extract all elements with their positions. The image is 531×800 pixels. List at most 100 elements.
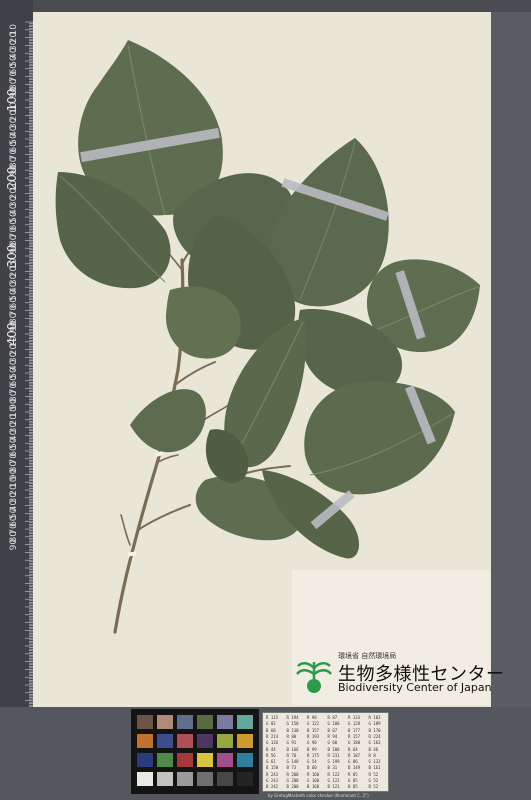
reference-cell: G 90 — [307, 740, 317, 746]
color-swatch — [157, 772, 173, 786]
reference-cell: B 150 — [266, 765, 279, 771]
reference-cell: B 177 — [348, 727, 361, 733]
color-swatch — [217, 753, 233, 767]
color-checker-note: by GretagMacbeth color checker (Illumina… — [268, 793, 369, 798]
reference-cell: R 133 — [348, 715, 361, 720]
color-swatch — [137, 772, 153, 786]
color-swatch — [217, 734, 233, 748]
reference-cell: B 64 — [348, 746, 358, 752]
reference-cell: R 224 — [368, 733, 381, 739]
reference-cell: G 122 — [327, 778, 340, 783]
reference-cell: B 170 — [368, 727, 381, 733]
reference-cell: G 60 — [327, 740, 338, 746]
reference-cell: G 160 — [307, 778, 320, 783]
color-swatch — [177, 715, 193, 729]
reference-cell: R 200 — [286, 771, 299, 777]
reference-cell: G 243 — [266, 778, 279, 783]
color-swatch — [237, 715, 253, 729]
reference-cell: G 122 — [307, 721, 320, 727]
reference-cell: B 121 — [327, 784, 340, 790]
reference-cell: B 68 — [266, 727, 276, 733]
reference-cell: R 231 — [327, 752, 340, 758]
reference-cell: G 133 — [368, 759, 381, 765]
reference-cell: G 86 — [348, 759, 358, 765]
reference-cell: R 243 — [266, 771, 279, 777]
color-reference-table: R 115 R 194 R 98 R 87 R 133 R 103 G 82 G 150 G 1… — [262, 712, 389, 792]
reference-cell: G 199 — [327, 759, 340, 765]
reference-cell: B 52 — [368, 784, 379, 790]
color-swatch — [157, 734, 173, 748]
reference-cell: G 150 — [286, 721, 299, 727]
reference-cell: B 67 — [327, 727, 338, 733]
reference-cell: B 73 — [286, 765, 297, 771]
color-swatch — [197, 734, 213, 748]
reference-cell: R 194 — [286, 715, 299, 720]
color-swatch — [137, 753, 153, 767]
reference-cell: G 82 — [266, 721, 276, 727]
reference-cell: R 56 — [266, 752, 276, 758]
reference-cell: B 157 — [307, 727, 320, 733]
color-swatch — [217, 715, 233, 729]
reference-cell: G 188 — [348, 740, 361, 746]
reference-cell: G 128 — [348, 721, 361, 727]
color-swatch — [137, 734, 153, 748]
color-swatch — [177, 753, 193, 767]
color-swatch — [177, 734, 193, 748]
reference-cell: R 103 — [368, 715, 381, 720]
reference-cell: G 54 — [307, 759, 317, 765]
reference-cell: G 52 — [368, 778, 379, 783]
reference-cell: R 8 — [368, 752, 376, 758]
color-swatch — [237, 772, 253, 786]
reference-cell: R 85 — [348, 771, 358, 777]
reference-cell: R 70 — [286, 752, 297, 758]
color-swatch — [237, 734, 253, 748]
reference-cell: B 161 — [368, 765, 381, 771]
reference-cell: R 80 — [286, 733, 297, 739]
reference-cell: G 163 — [368, 740, 381, 746]
reference-cell: B 46 — [368, 746, 379, 752]
reference-cell: B 200 — [286, 784, 299, 790]
reference-cell: B 149 — [348, 765, 361, 771]
reference-cell: R 115 — [266, 715, 279, 720]
reference-cell: G 108 — [327, 721, 340, 727]
ruler-minor-label: 90 — [9, 539, 19, 551]
reference-cell: G 200 — [286, 778, 299, 783]
reference-cell: R 193 — [307, 733, 320, 739]
reference-cell: R 214 — [266, 733, 279, 739]
reference-cell: R 52 — [368, 771, 379, 777]
biodiversity-center-logo-icon — [296, 662, 332, 693]
center-name-english: Biodiversity Center of Japan — [338, 681, 492, 694]
color-swatch — [217, 772, 233, 786]
reference-cell: B 160 — [307, 784, 320, 790]
reference-cell: G 189 — [368, 721, 381, 727]
color-swatch — [237, 753, 253, 767]
vertical-ruler: 1020304050607080901001020304050607080902… — [0, 0, 33, 709]
color-swatch — [157, 753, 173, 767]
reference-cell: R 157 — [348, 733, 361, 739]
reference-cell: R 87 — [327, 715, 338, 720]
reference-cell: B 60 — [307, 765, 317, 771]
reference-cell: R 98 — [307, 715, 317, 720]
reference-cell: B 44 — [266, 746, 276, 752]
reference-cell: B 31 — [327, 765, 338, 771]
reference-cell: B 130 — [286, 727, 299, 733]
color-swatch — [177, 772, 193, 786]
reference-cell: R 122 — [327, 771, 340, 777]
reference-cell: B 242 — [266, 784, 279, 790]
color-swatch — [197, 715, 213, 729]
reference-cell: G 126 — [266, 740, 279, 746]
reference-cell: B 166 — [286, 746, 299, 752]
reference-cell: R 187 — [348, 752, 361, 758]
reference-cell: B 108 — [327, 746, 340, 752]
reference-cell: B 99 — [307, 746, 317, 752]
color-swatch — [157, 715, 173, 729]
reference-cell: G 61 — [266, 759, 276, 765]
reference-cell: G 148 — [286, 759, 299, 765]
color-checker-chart — [131, 709, 259, 794]
reference-cell: R 175 — [307, 752, 320, 758]
reference-cell: R 160 — [307, 771, 320, 777]
reference-cell: G 85 — [348, 778, 358, 783]
reference-cell: B 85 — [348, 784, 358, 790]
color-swatch — [137, 715, 153, 729]
color-swatch — [197, 753, 213, 767]
